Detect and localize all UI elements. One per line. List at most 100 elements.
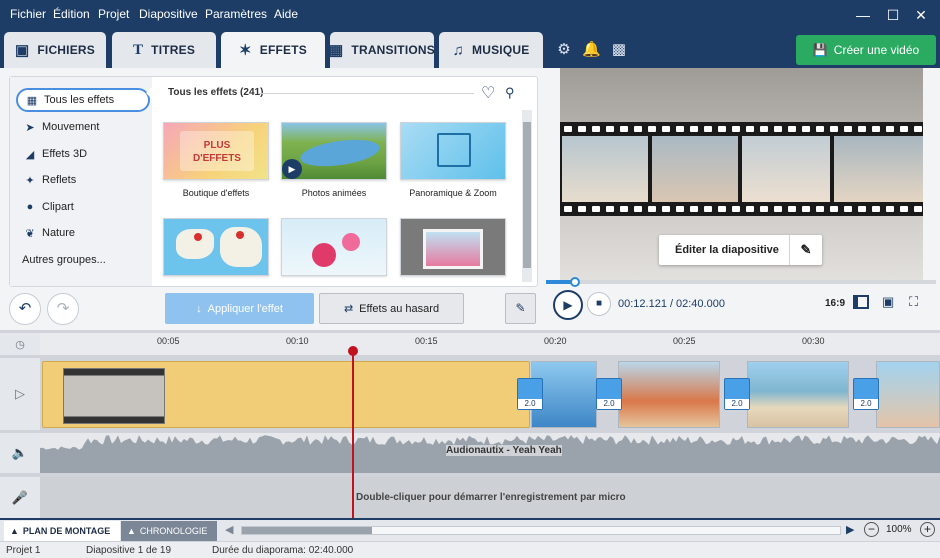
audio-track[interactable]: Audionautix - Yeah Yeah	[40, 433, 940, 473]
ruler-label: 00:05	[157, 336, 180, 346]
category-other-groups[interactable]: Autres groupes...	[16, 248, 150, 272]
film-perforation	[718, 126, 726, 132]
transition-duration: 2.0	[854, 399, 878, 409]
playback-progress[interactable]	[546, 280, 936, 284]
scroll-thumb[interactable]	[242, 527, 372, 534]
film-perforation	[662, 126, 670, 132]
film-perforation	[900, 206, 908, 212]
transition-marker[interactable]: 2.0	[517, 378, 543, 410]
aspect-ratio-toggle[interactable]: 16:9	[825, 298, 845, 309]
category-nature[interactable]: ❦ Nature	[16, 221, 150, 245]
river-shape	[298, 135, 382, 171]
tab-chronology[interactable]: ▲ CHRONOLOGIE	[121, 521, 217, 541]
scroll-thumb[interactable]	[523, 122, 531, 268]
undo-button[interactable]: ↶	[9, 293, 41, 325]
mic-track-label: Double-cliquer pour démarrer l'enregistr…	[356, 492, 626, 503]
category-all-effects[interactable]: ▦ Tous les effets	[16, 88, 150, 112]
transition-marker[interactable]: 2.0	[724, 378, 750, 410]
tab-transitions[interactable]: ▦ TRANSITIONS	[329, 32, 435, 68]
heart-icon[interactable]: ♡	[481, 83, 495, 103]
maximize-icon[interactable]: ☐	[884, 6, 902, 24]
film-perforation	[886, 126, 894, 132]
ruler-label: 00:20	[544, 336, 567, 346]
bell-icon[interactable]: 🔔	[582, 40, 601, 58]
film-perforation	[746, 126, 754, 132]
film-perforation	[690, 206, 698, 212]
tab-titles[interactable]: T TITRES	[112, 32, 216, 68]
gear-icon[interactable]: ⚙	[555, 40, 573, 58]
effects-count-heading: Tous les effets (241)	[168, 87, 264, 98]
ruler-label: 00:10	[286, 336, 309, 346]
playhead-handle[interactable]	[348, 346, 358, 356]
effect-thumb-photo-frame[interactable]	[400, 218, 506, 276]
menu-settings[interactable]: Paramètres	[205, 7, 267, 21]
transition-marker[interactable]: 2.0	[853, 378, 879, 410]
film-perforation	[816, 126, 824, 132]
menu-file[interactable]: Fichier	[10, 7, 46, 21]
search-icon[interactable]: ⚲	[505, 85, 515, 101]
mic-recording-track[interactable]: Double-cliquer pour démarrer l'enregistr…	[40, 477, 940, 518]
fullscreen-icon[interactable]: ⛶	[909, 294, 918, 310]
effects-scrollbar[interactable]	[522, 110, 532, 282]
zoom-in-icon[interactable]: +	[920, 522, 935, 537]
film-perforation	[592, 126, 600, 132]
slide-clip[interactable]	[618, 361, 720, 428]
tab-transitions-label: TRANSITIONS	[351, 43, 435, 57]
slide-clip[interactable]	[747, 361, 849, 428]
slide-clip-selected[interactable]	[42, 361, 530, 428]
film-perforation	[732, 126, 740, 132]
minimize-icon[interactable]: —	[854, 6, 872, 24]
status-slide: Diapositive 1 de 19	[86, 545, 172, 556]
create-video-button[interactable]: 💾 Créer une vidéo	[796, 35, 936, 65]
layout-icon[interactable]	[853, 295, 869, 309]
image-gallery-icon[interactable]: ▩	[610, 40, 628, 58]
menu-edit[interactable]: Édition	[53, 7, 90, 21]
redo-button[interactable]: ↷	[47, 293, 79, 325]
film-perforation	[760, 206, 768, 212]
pencil-icon: ✎	[789, 235, 822, 265]
edit-slide-button[interactable]: Éditer la diapositive ✎	[659, 235, 822, 265]
playhead[interactable]	[352, 348, 354, 518]
menu-slide[interactable]: Diapositive	[139, 7, 198, 21]
tab-files-label: FICHIERS	[37, 43, 95, 57]
slide-clip[interactable]	[876, 361, 940, 428]
sparkle-icon: ✦	[25, 174, 35, 187]
effect-thumb-animated-photos[interactable]: ▶	[281, 122, 387, 180]
play-button[interactable]: ▶	[553, 290, 583, 320]
undo-icon: ↶	[18, 300, 32, 317]
broom-icon: ✎	[515, 301, 526, 315]
film-perforation	[858, 126, 866, 132]
tab-files[interactable]: ▣ FICHIERS	[4, 32, 106, 68]
time-separator: /	[670, 298, 674, 310]
category-clipart[interactable]: ● Clipart	[16, 195, 150, 219]
category-motion[interactable]: ➤ Mouvement	[16, 115, 150, 139]
snapshot-icon[interactable]: ▣	[882, 294, 894, 310]
category-reflections[interactable]: ✦ Reflets	[16, 168, 150, 192]
effect-thumb-world-map[interactable]	[163, 218, 269, 276]
menu-project[interactable]: Projet	[98, 7, 129, 21]
magic-wand-button[interactable]: ✎	[505, 293, 536, 324]
photo-shape	[426, 232, 480, 266]
tab-music[interactable]: ♫ MUSIQUE	[439, 32, 543, 68]
timeline-scrollbar[interactable]	[241, 526, 841, 535]
stop-button[interactable]: ■	[587, 292, 611, 316]
film-perforation	[578, 126, 586, 132]
zoom-out-icon[interactable]: −	[864, 522, 879, 537]
effect-thumb-flowers[interactable]	[281, 218, 387, 276]
transition-marker[interactable]: 2.0	[596, 378, 622, 410]
effect-thumb-pan-zoom[interactable]	[400, 122, 506, 180]
scroll-left-icon[interactable]: ◀	[225, 523, 233, 536]
apply-effect-button[interactable]: ↓ Appliquer l'effet	[165, 293, 314, 324]
category-pointer	[146, 86, 153, 100]
storyboard-label: PLAN DE MONTAGE	[22, 526, 111, 536]
scroll-right-icon[interactable]: ▶	[846, 523, 854, 536]
tab-storyboard[interactable]: ▲ PLAN DE MONTAGE	[4, 521, 120, 541]
film-perforation	[816, 206, 824, 212]
close-icon[interactable]: ✕	[912, 6, 930, 24]
tab-effects[interactable]: ✶ EFFETS	[221, 32, 325, 68]
filmstrip-graphic	[560, 122, 923, 216]
random-effects-button[interactable]: ⇄ Effets au hasard	[319, 293, 464, 324]
effect-thumb-shop[interactable]: PLUS D'EFFETS	[163, 122, 269, 180]
category-3d-effects[interactable]: ◢ Effets 3D	[16, 142, 150, 166]
menu-help[interactable]: Aide	[274, 7, 298, 21]
